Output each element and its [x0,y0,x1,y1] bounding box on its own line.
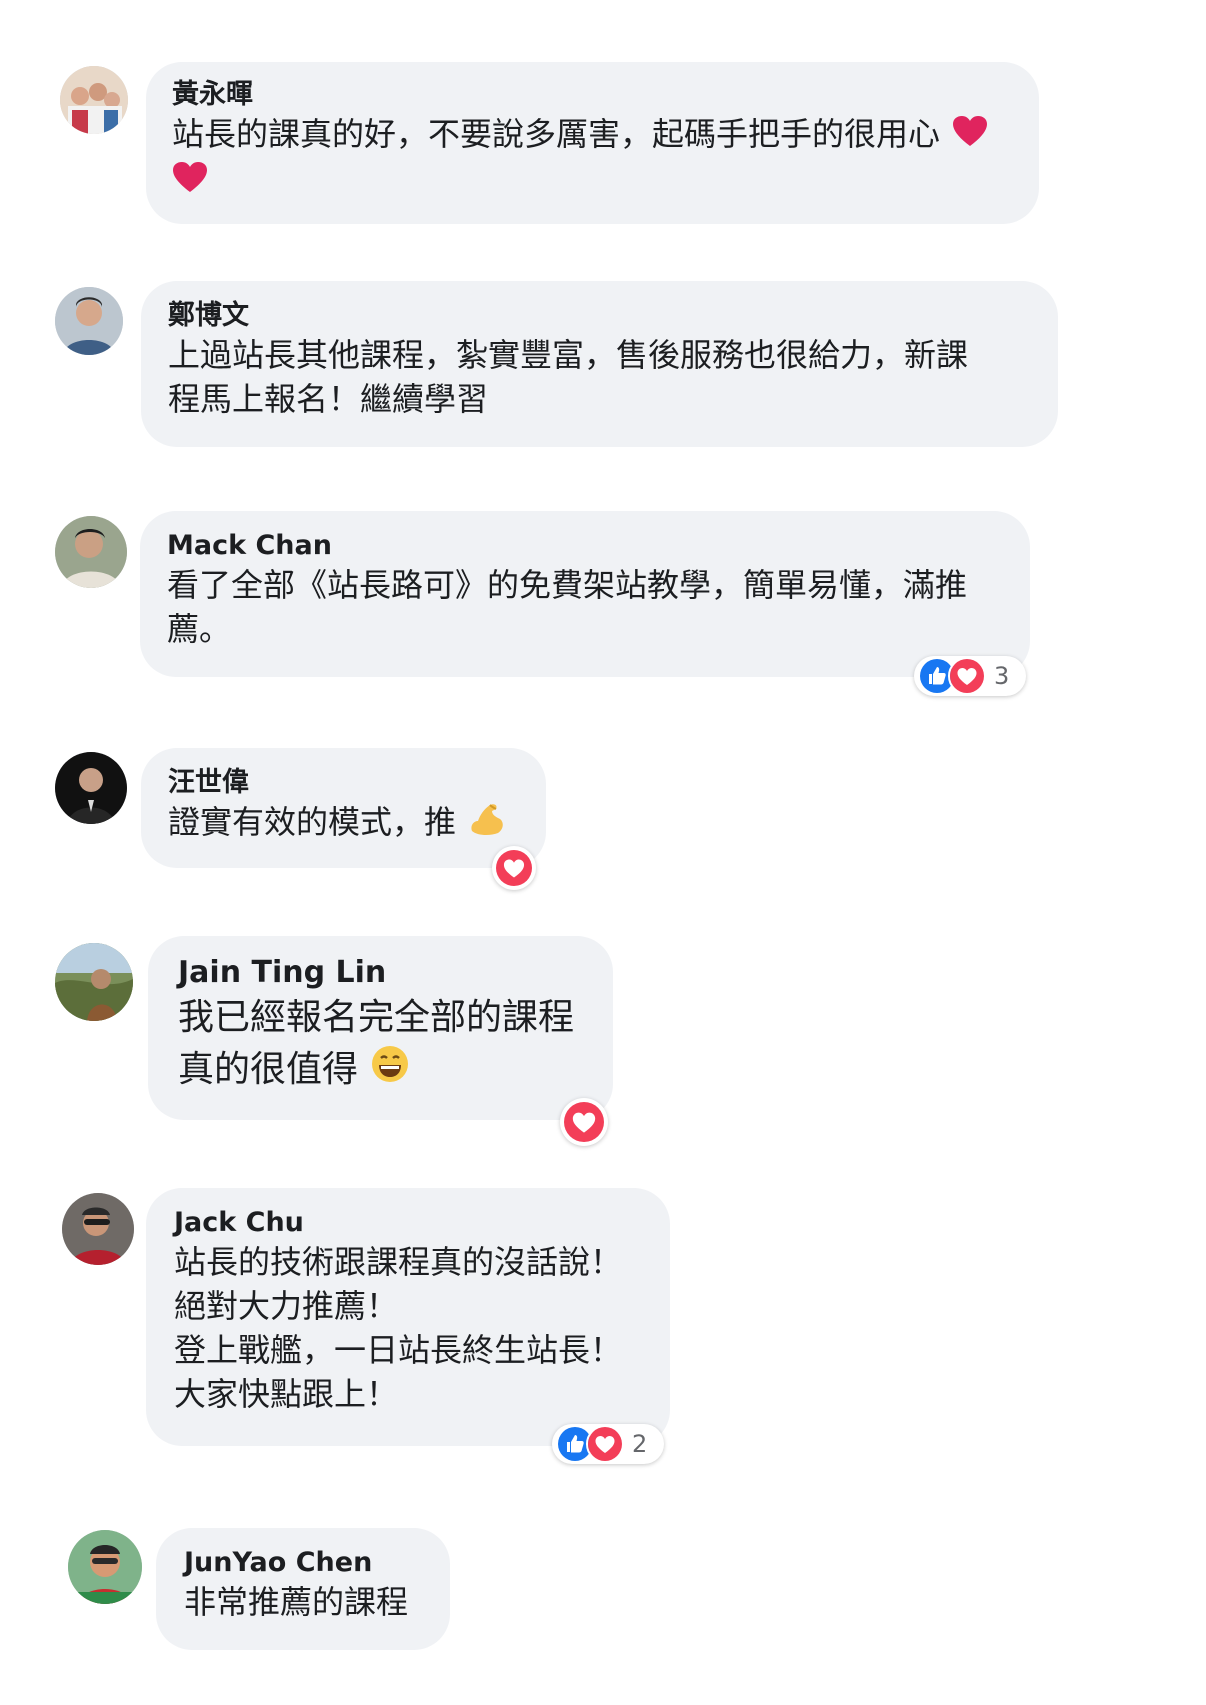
avatar[interactable] [68,1530,142,1604]
avatar[interactable] [55,752,127,824]
comment-text: 看了全部《站長路可》的免費架站教學，簡單易懂，滿推 薦。 [167,563,1003,651]
comment-author[interactable]: 汪世偉 [168,766,519,800]
comment-text: 證實有效的模式，推 [168,800,519,848]
love-icon [496,850,532,886]
avatar[interactable] [55,516,127,588]
comment-bubble: 鄭博文 上過站長其他課程，紮實豐富，售後服務也很給力，新課 程馬上報名！繼續學習 [141,281,1058,447]
love-icon [948,657,986,695]
avatar[interactable] [55,287,123,355]
comment-author[interactable]: 鄭博文 [168,299,1031,333]
comment-bubble: JunYao Chen 非常推薦的課程 [156,1528,450,1650]
comment-line: 薦。 [167,610,232,648]
flexed-biceps-icon [468,801,506,848]
avatar[interactable] [55,943,133,1021]
reaction-summary[interactable]: 3 [914,656,1026,696]
comment-author[interactable]: Jack Chu [174,1206,642,1240]
comment-line: 程馬上報名！繼續學習 [168,380,489,418]
comment-text: 我已經報名完全部的課程 真的很值得 [178,992,583,1098]
reaction-summary[interactable]: 2 [552,1424,664,1464]
avatar-photo-icon [60,66,128,134]
comment-line: 絕對大力推薦！ [174,1287,399,1325]
comment-line: 登上戰艦，一日站長終生站長！ [174,1331,623,1369]
reaction-summary[interactable] [560,1098,608,1146]
avatar-photo-icon [62,1193,134,1265]
comment-bubble: 黃永暉 站長的課真的好，不要說多厲害，起碼手把手的很用心 [146,62,1039,224]
comment-line: 我已經報名完全部的課程 [178,997,575,1038]
comment-bubble: Mack Chan 看了全部《站長路可》的免費架站教學，簡單易懂，滿推 薦。 [140,511,1030,677]
reaction-summary[interactable] [492,846,536,890]
comment-author[interactable]: JunYao Chen [184,1546,422,1580]
comment-text: 非常推薦的課程 [184,1580,422,1624]
comment-text: 站長的技術跟課程真的沒話說！ 絕對大力推薦！ 登上戰艦，一日站長終生站長！ 大家… [174,1240,642,1416]
avatar-photo-icon [55,943,133,1021]
comment-line: 非常推薦的課程 [184,1583,409,1621]
comment-author[interactable]: Mack Chan [167,529,1003,563]
comment-text: 上過站長其他課程，紮實豐富，售後服務也很給力，新課 程馬上報名！繼續學習 [168,333,1031,421]
red-heart-icon [172,160,208,204]
comment-line: 看了全部《站長路可》的免費架站教學，簡單易懂，滿推 [167,566,968,604]
avatar[interactable] [60,66,128,134]
comment-line: 真的很值得 [178,1049,359,1090]
red-heart-icon [952,114,988,158]
comment-bubble: 汪世偉 證實有效的模式，推 [141,748,546,868]
comment-line: 站長的技術跟課程真的沒話說！ [174,1243,623,1281]
avatar[interactable] [62,1193,134,1265]
comment-author[interactable]: 黃永暉 [172,78,1013,112]
comment-line: 站長的課真的好，不要說多厲害，起碼手把手的很用心 [172,115,941,153]
avatar-photo-icon [68,1530,142,1604]
reaction-count: 3 [994,662,1010,690]
love-icon [564,1102,604,1142]
love-icon [586,1425,624,1463]
grinning-face-icon [371,1045,409,1098]
comment-line: 大家快點跟上！ [174,1375,399,1413]
comment-bubble: Jack Chu 站長的技術跟課程真的沒話說！ 絕對大力推薦！ 登上戰艦，一日站… [146,1188,670,1446]
reaction-count: 2 [632,1430,648,1458]
comment-line: 證實有效的模式，推 [168,803,457,841]
comment-author[interactable]: Jain Ting Lin [178,954,583,992]
comment-text: 站長的課真的好，不要說多厲害，起碼手把手的很用心 [172,112,1013,204]
comment-bubble: Jain Ting Lin 我已經報名完全部的課程 真的很值得 [148,936,613,1120]
comment-line: 上過站長其他課程，紮實豐富，售後服務也很給力，新課 [168,336,969,374]
avatar-photo-icon [55,516,127,588]
avatar-photo-icon [55,752,127,824]
avatar-photo-icon [55,287,123,355]
